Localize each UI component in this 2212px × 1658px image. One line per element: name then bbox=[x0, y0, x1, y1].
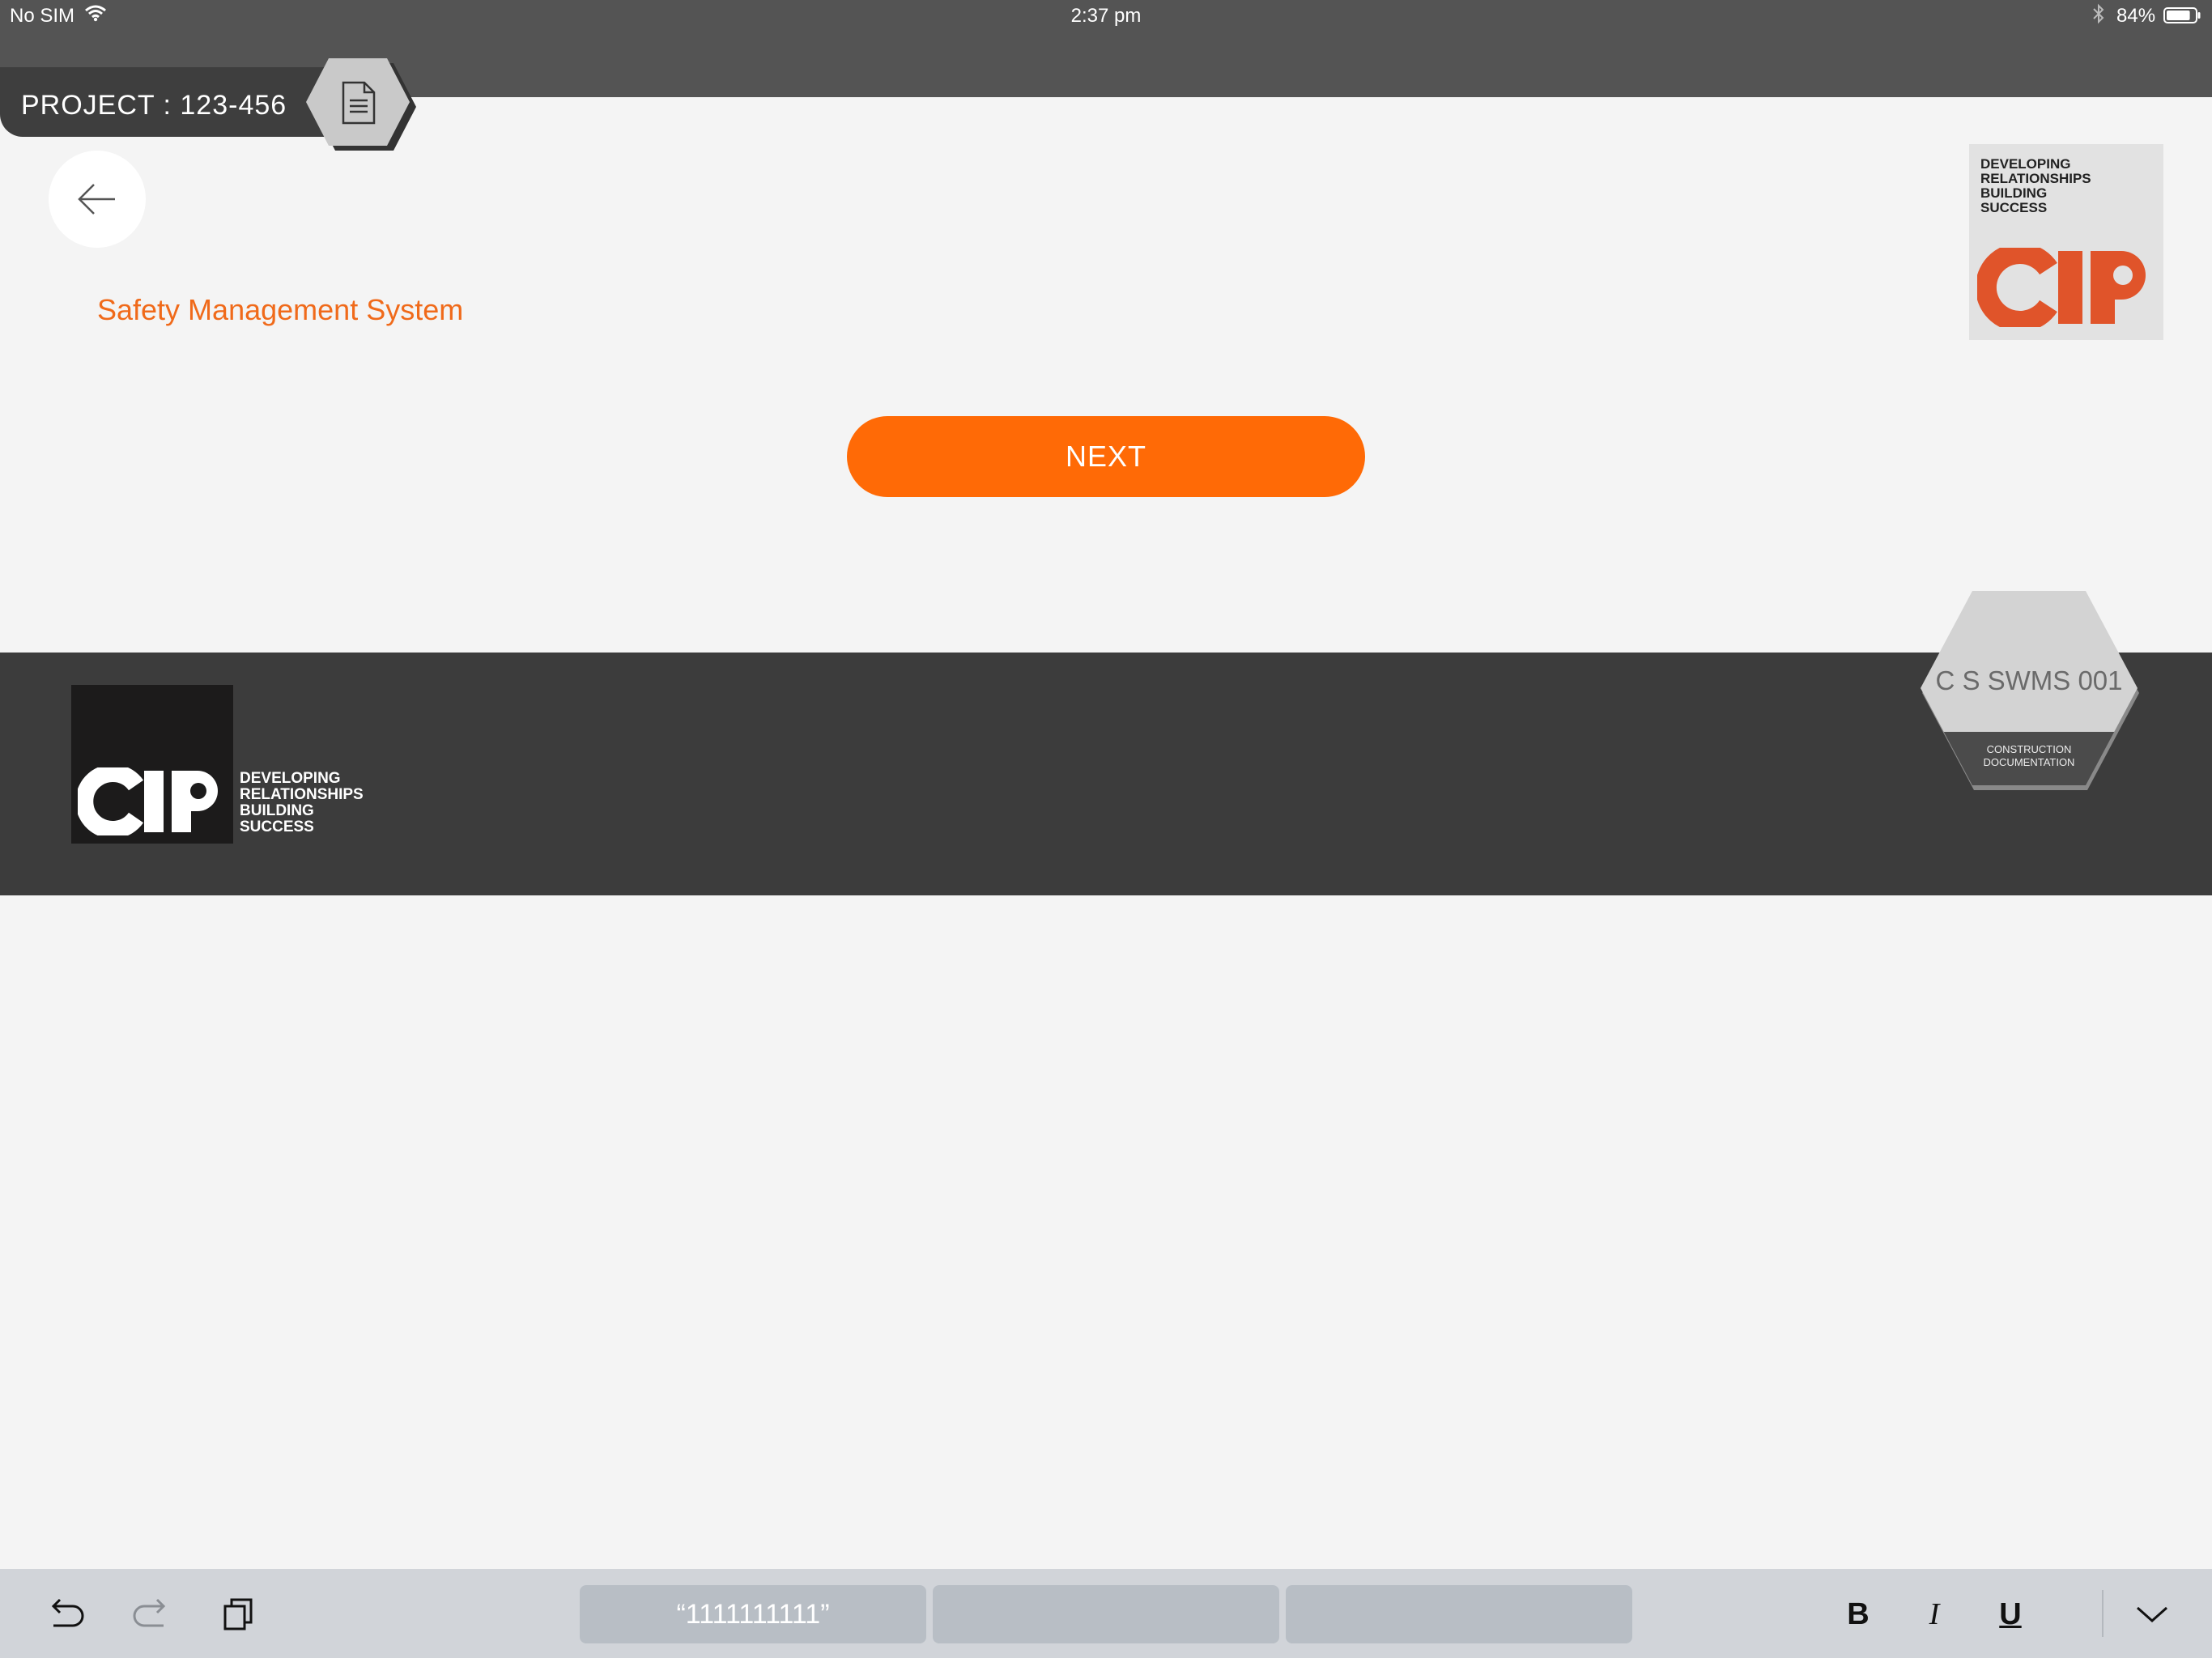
logo-tagline: DEVELOPING RELATIONSHIPS BUILDING SUCCES… bbox=[1980, 156, 2091, 215]
clock: 2:37 pm bbox=[1070, 5, 1142, 27]
back-arrow-icon bbox=[78, 184, 115, 215]
logo-tagline: DEVELOPING RELATIONSHIPS BUILDING SUCCES… bbox=[240, 770, 364, 835]
chevron-down-icon[interactable] bbox=[2129, 1592, 2175, 1637]
page-title: Safety Management System bbox=[97, 293, 464, 326]
doc-code-label: C S SWMS 001 bbox=[1935, 665, 2123, 695]
doc-type-label: CONSTRUCTION DOCUMENTATION bbox=[1983, 743, 2075, 768]
paste-icon[interactable] bbox=[215, 1592, 261, 1637]
project-tab[interactable]: PROJECT : 123-456 bbox=[0, 67, 340, 137]
italic-button[interactable]: I bbox=[1914, 1592, 1955, 1637]
cip-logo: DEVELOPING RELATIONSHIPS BUILDING SUCCES… bbox=[1969, 144, 2163, 340]
bluetooth-icon bbox=[2093, 3, 2104, 24]
footer-band: DEVELOPING RELATIONSHIPS BUILDING SUCCES… bbox=[0, 653, 2212, 895]
next-button[interactable]: NEXT bbox=[847, 416, 1365, 497]
battery-percent: 84% bbox=[2116, 5, 2156, 27]
undo-icon[interactable] bbox=[42, 1592, 87, 1637]
suggestion-1[interactable]: “1111111111” bbox=[580, 1585, 926, 1643]
project-label: PROJECT : 123-456 bbox=[21, 90, 287, 121]
cip-logo-mark bbox=[1977, 248, 2146, 327]
document-icon[interactable] bbox=[303, 57, 416, 159]
cip-footer-logo bbox=[71, 685, 233, 844]
bold-button[interactable]: B bbox=[1838, 1592, 1878, 1637]
suggestion-2[interactable] bbox=[933, 1585, 1279, 1643]
keyboard-shortcut-bar: “1111111111” B I U bbox=[0, 1569, 2212, 1658]
redo-icon[interactable] bbox=[130, 1592, 175, 1637]
battery-icon bbox=[2163, 7, 2201, 23]
back-button[interactable] bbox=[49, 151, 146, 248]
cip-logo-mark bbox=[78, 767, 218, 835]
divider bbox=[2102, 1590, 2104, 1637]
underline-button[interactable]: U bbox=[1990, 1592, 2031, 1637]
suggestion-3[interactable] bbox=[1286, 1585, 1632, 1643]
